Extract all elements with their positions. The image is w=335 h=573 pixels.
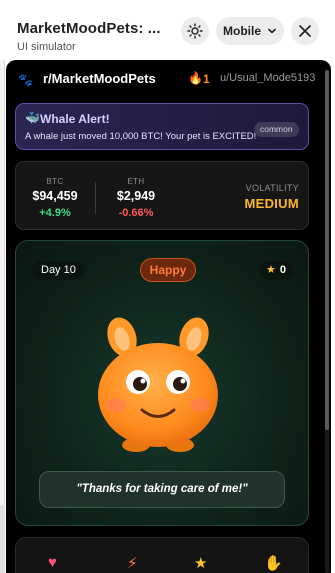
- heart-icon[interactable]: ♥: [48, 554, 57, 571]
- app-title: MarketMoodPets: ...: [17, 20, 161, 37]
- action-bar: ♥ ⚡ ★ ✋: [15, 537, 309, 573]
- pet-speech-bubble: "Thanks for taking care of me!": [39, 471, 285, 508]
- alert-message: A whale just moved 10,000 BTC! Your pet …: [25, 131, 257, 142]
- btc-stat: BTC $94,459 +4.9%: [16, 162, 94, 231]
- volatility-value: MEDIUM: [244, 196, 299, 211]
- eth-price: $2,949: [116, 189, 156, 203]
- rarity-badge: common: [254, 122, 299, 137]
- simulator-window: MarketMoodPets: ... UI simulator Mobile: [0, 0, 335, 573]
- mood-badge: Happy: [140, 258, 196, 282]
- lightning-icon[interactable]: ⚡: [127, 554, 138, 572]
- market-panel: BTC $94,459 +4.9% ETH $2,949 -0.66% VOLA…: [15, 161, 309, 230]
- handshake-icon[interactable]: ✋: [264, 554, 283, 572]
- device-select[interactable]: Mobile: [216, 17, 284, 45]
- close-icon: [299, 25, 311, 37]
- alert-title: Whale Alert!: [40, 112, 110, 126]
- paw-icon: 🐾: [18, 73, 33, 87]
- pet-card: Day 10 Happy ★ 0 "Thanks for taking care…: [15, 240, 309, 526]
- flame-icon: 🔥: [188, 71, 203, 85]
- star-icon: ★: [266, 264, 276, 276]
- theme-toggle-button[interactable]: [181, 17, 209, 45]
- eth-label: ETH: [127, 177, 145, 186]
- phone-screen: 🐾 r/MarketMoodPets 🔥 1 u/Usual_Mode5193 …: [6, 60, 331, 573]
- whale-alert-banner[interactable]: 🐳 Whale Alert! A whale just moved 10,000…: [15, 103, 309, 150]
- device-select-label: Mobile: [223, 24, 261, 38]
- day-counter: Day 10: [32, 261, 85, 280]
- btc-label: BTC: [46, 177, 64, 186]
- btc-price: $94,459: [32, 189, 78, 203]
- subreddit-name[interactable]: r/MarketMoodPets: [43, 71, 156, 86]
- volatility-label: VOLATILITY: [245, 183, 299, 193]
- whale-icon: 🐳: [25, 111, 40, 125]
- username[interactable]: u/Usual_Mode5193: [220, 72, 315, 84]
- simulator-header: MarketMoodPets: ... UI simulator Mobile: [0, 0, 335, 60]
- app-subtitle: UI simulator: [17, 41, 76, 53]
- sun-icon: [187, 23, 203, 39]
- backdrop-edge: [0, 60, 5, 573]
- app-topbar: 🐾 r/MarketMoodPets 🔥 1 u/Usual_Mode5193: [6, 60, 331, 96]
- close-button[interactable]: [291, 17, 319, 45]
- score-value: 0: [279, 264, 286, 276]
- eth-change: -0.66%: [118, 207, 154, 219]
- streak-count: 1: [203, 72, 210, 86]
- score-badge: ★ 0: [259, 261, 293, 280]
- chevron-down-icon: [268, 28, 276, 34]
- scrollbar-thumb[interactable]: [325, 70, 329, 430]
- btc-change: +4.9%: [39, 207, 71, 219]
- star-action-icon[interactable]: ★: [194, 554, 207, 572]
- eth-stat: ETH $2,949 -0.66%: [94, 162, 178, 231]
- pet-character[interactable]: [88, 317, 228, 457]
